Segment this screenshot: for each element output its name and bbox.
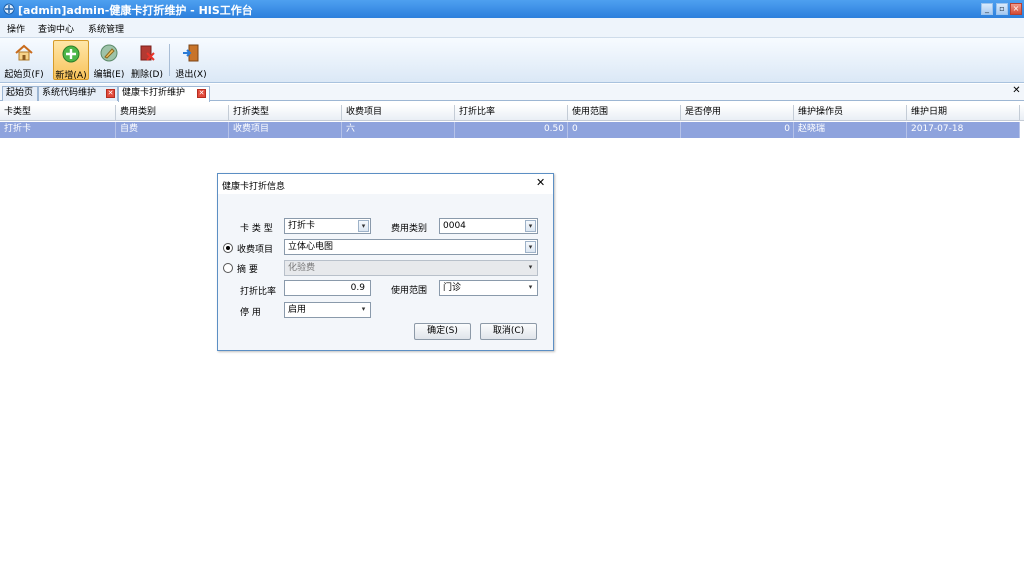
chevron-down-icon[interactable]: ▾	[358, 220, 369, 232]
chevron-down-icon: ▾	[528, 263, 533, 271]
column-header-disabled[interactable]: 是否停用	[681, 105, 794, 121]
health-card-discount-dialog: 健康卡打折信息 ✕ 卡 类 型 打折卡 ▾ 费用类别 0004 ▾ 收费项目 立…	[217, 173, 554, 351]
fee-category-select[interactable]: 0004 ▾	[439, 218, 538, 234]
close-window-button[interactable]: ×	[1010, 3, 1022, 15]
window-title: [admin]admin-健康卡打折维护 - HIS工作台	[18, 4, 253, 17]
maximize-button[interactable]: ▫	[996, 3, 1008, 15]
column-header-card-type[interactable]: 卡类型	[0, 105, 116, 121]
dialog-close-icon[interactable]: ✕	[536, 177, 545, 188]
delete-button-label: 删除(D)	[131, 70, 163, 80]
grid-header: 卡类型 费用类别 打折类型 收费项目 打折比率 使用范围 是否停用 维护操作员 …	[0, 105, 1024, 121]
card-type-select[interactable]: 打折卡 ▾	[284, 218, 371, 234]
cell-date: 2017-07-18	[907, 122, 1020, 138]
title-bar: [admin]admin-健康卡打折维护 - HIS工作台 _ ▫ ×	[0, 0, 1024, 18]
add-button-label: 新增(A)	[55, 71, 87, 81]
charge-item-value: 立体心电图	[288, 242, 334, 252]
fee-category-label: 费用类别	[391, 224, 428, 234]
menu-query-center[interactable]: 查询中心	[38, 22, 74, 35]
charge-item-radio[interactable]	[223, 243, 233, 253]
cell-disabled: 0	[681, 122, 794, 138]
add-button[interactable]: 新增(A)	[53, 40, 89, 81]
chevron-down-icon[interactable]: ▾	[525, 220, 536, 232]
edit-icon	[100, 44, 118, 62]
chevron-down-icon[interactable]: ▾	[525, 241, 536, 253]
tab-system-code-label: 系统代码维护	[42, 88, 97, 98]
status-label: 停 用	[240, 308, 261, 318]
usage-range-value: 门诊	[443, 283, 462, 293]
home-icon	[15, 44, 33, 61]
discount-rate-label: 打折比率	[240, 287, 277, 297]
cell-discount-rate: 0.50	[455, 122, 568, 138]
column-header-charge-item[interactable]: 收费项目	[342, 105, 455, 121]
cell-discount-type: 收费项目	[229, 122, 342, 138]
column-header-date[interactable]: 维护日期	[907, 105, 1020, 121]
ok-button[interactable]: 确定(S)	[414, 323, 471, 340]
column-header-discount-type[interactable]: 打折类型	[229, 105, 342, 121]
panel-close-icon[interactable]: ✕	[1011, 86, 1022, 97]
tab-home[interactable]: 起始页	[2, 86, 38, 101]
dialog-body: 卡 类 型 打折卡 ▾ 费用类别 0004 ▾ 收费项目 立体心电图 ▾ 摘 要…	[218, 194, 553, 350]
menu-bar: 操作 查询中心 系统管理	[0, 18, 1024, 38]
discount-rate-input[interactable]: 0.9	[284, 280, 371, 296]
column-header-usage-range[interactable]: 使用范围	[568, 105, 681, 121]
column-header-discount-rate[interactable]: 打折比率	[455, 105, 568, 121]
fee-category-value: 0004	[443, 221, 466, 231]
home-button[interactable]: 起始页(F)	[3, 40, 45, 80]
tab-health-card-discount-label: 健康卡打折维护	[122, 88, 186, 98]
exit-door-icon	[183, 44, 199, 62]
chevron-down-icon[interactable]: ▾	[525, 282, 536, 294]
charge-item-label: 收费项目	[237, 245, 274, 255]
dialog-title: 健康卡打折信息	[222, 182, 286, 192]
summary-label: 摘 要	[237, 265, 258, 275]
table-row[interactable]: 打折卡 自费 收费项目 六 0.50 0 0 赵晓瑞 2017-07-18	[0, 122, 1020, 138]
status-value: 启用	[288, 305, 307, 315]
menu-operation[interactable]: 操作	[7, 22, 25, 35]
cell-operator: 赵晓瑞	[794, 122, 907, 138]
edit-button-label: 编辑(E)	[93, 70, 125, 80]
charge-item-select[interactable]: 立体心电图 ▾	[284, 239, 538, 255]
card-type-label: 卡 类 型	[240, 224, 273, 234]
edit-button[interactable]: 编辑(E)	[92, 40, 126, 80]
tab-health-card-discount[interactable]: 健康卡打折维护 ✕	[118, 86, 210, 102]
status-select[interactable]: 启用 ▾	[284, 302, 371, 318]
tab-close-icon[interactable]: ✕	[106, 89, 115, 98]
tab-home-label: 起始页	[6, 88, 34, 98]
delete-icon	[140, 45, 155, 61]
exit-button[interactable]: 退出(X)	[173, 40, 209, 80]
tab-system-code[interactable]: 系统代码维护 ✕	[38, 86, 118, 101]
tab-bar: 起始页 系统代码维护 ✕ 健康卡打折维护 ✕	[0, 84, 1024, 102]
tab-close-icon[interactable]: ✕	[197, 89, 206, 98]
menu-system-management[interactable]: 系统管理	[88, 22, 124, 35]
cancel-button[interactable]: 取消(C)	[480, 323, 537, 340]
exit-button-label: 退出(X)	[175, 70, 207, 80]
cell-charge-item: 六	[342, 122, 455, 138]
summary-value: 化验费	[288, 263, 316, 273]
toolbar-separator	[169, 44, 170, 76]
usage-range-select[interactable]: 门诊 ▾	[439, 280, 538, 296]
cell-card-type: 打折卡	[0, 122, 116, 138]
add-icon	[62, 45, 80, 63]
chevron-down-icon[interactable]: ▾	[358, 304, 369, 316]
summary-select: 化验费 ▾	[284, 260, 538, 276]
summary-radio[interactable]	[223, 263, 233, 273]
app-logo-icon	[3, 3, 15, 15]
home-button-label: 起始页(F)	[4, 70, 44, 80]
cell-fee-category: 自费	[116, 122, 229, 138]
column-header-fee-category[interactable]: 费用类别	[116, 105, 229, 121]
minimize-button[interactable]: _	[981, 3, 993, 15]
cell-usage-range: 0	[568, 122, 681, 138]
card-type-value: 打折卡	[288, 221, 316, 231]
column-header-operator[interactable]: 维护操作员	[794, 105, 907, 121]
toolbar: 起始页(F) 新增(A) 编辑(E) 删除(D) 退出(X)	[0, 38, 1024, 83]
usage-range-label: 使用范围	[391, 286, 428, 296]
delete-button[interactable]: 删除(D)	[128, 40, 166, 80]
